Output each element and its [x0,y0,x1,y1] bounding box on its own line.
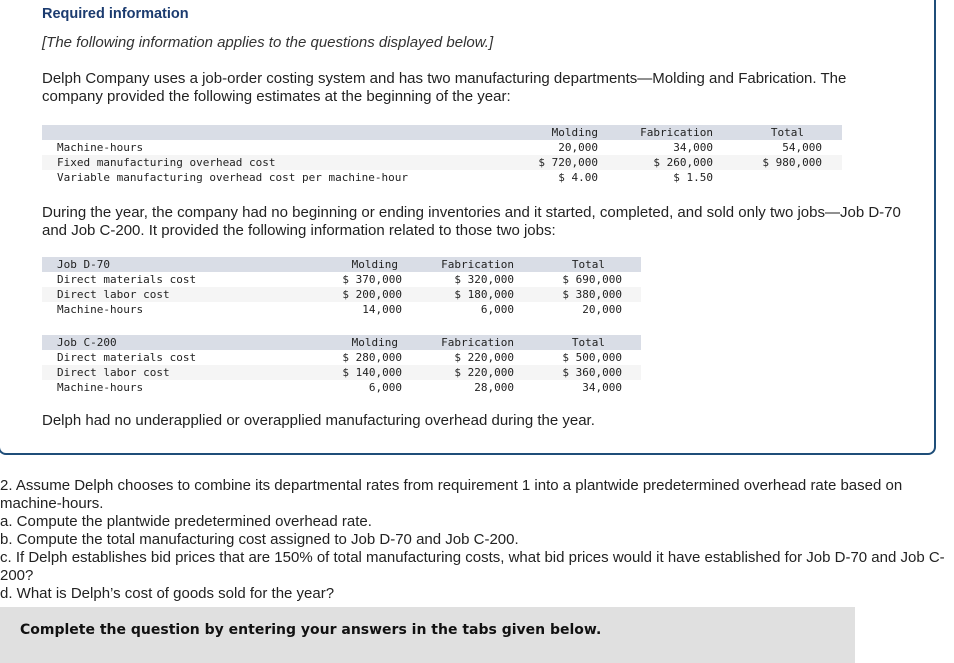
table-header-row: Job C-200 Molding Fabrication Total [42,335,641,350]
row-label: Machine-hours [57,303,144,316]
applies-note: [The following information applies to th… [42,34,494,51]
cell-fabrication: 34,000 [673,141,713,154]
column-header-label [42,125,515,140]
cell-total: 34,000 [582,381,622,394]
table-row: Direct materials cost $ 280,000 $ 220,00… [42,350,641,365]
column-header-molding: Molding [332,335,402,350]
cell-molding: 14,000 [362,303,402,316]
column-header-fabrication: Fabrication [598,125,713,140]
job-c200-table: Job C-200 Molding Fabrication Total Dire… [42,335,641,395]
row-label: Direct labor cost [42,365,332,380]
column-header-fabrication-text: Fabrication [640,126,713,139]
cell-molding: $ 4.00 [558,171,598,184]
column-header-total: Total [713,125,842,140]
cell-fabrication: $ 260,000 [598,155,713,170]
row-label: Fixed manufacturing overhead cost [42,155,515,170]
table-row: Direct labor cost $ 140,000 $ 220,000 $ … [42,365,641,380]
column-header-fabrication: Fabrication [402,335,514,350]
cell-fabrication: 6,000 [480,303,514,316]
cell-molding: $ 370,000 [342,273,402,286]
column-header-total: Total [514,335,641,350]
cell-fabrication: $ 1.50 [673,171,713,184]
cell-total: $ 690,000 [562,273,622,286]
table-row: Direct labor cost $ 200,000 $ 180,000 $ … [42,287,641,302]
cell-molding: 20,000 [558,141,598,154]
job-d70-table: Job D-70 Molding Fabrication Total Direc… [42,257,641,317]
cell-molding: $ 720,000 [515,155,598,170]
cell-total: $ 500,000 [562,351,622,364]
row-label: Direct materials cost [57,351,197,364]
intro-paragraph: Delph Company uses a job-order costing s… [42,70,847,105]
question-2: 2. Assume Delph chooses to combine its d… [0,477,903,512]
estimates-table: Molding Fabrication Total Machine-hours … [42,125,842,185]
row-label: Variable manufacturing overhead cost per… [57,171,408,184]
cell-fabrication: $ 220,000 [454,351,514,364]
row-label: Direct materials cost [57,273,197,286]
cell-total: 54,000 [782,141,822,154]
cell-fabrication: $ 220,000 [402,365,514,380]
closing-paragraph: Delph had no underapplied or overapplied… [42,412,595,429]
cell-total: $ 380,000 [514,287,641,302]
table-row: Fixed manufacturing overhead cost $ 720,… [42,155,842,170]
required-information-title: Required information [42,6,189,22]
cell-total: 20,000 [582,303,622,316]
job-title: Job D-70 [42,257,332,272]
question-2b: b. Compute the total manufacturing cost … [0,531,519,548]
cell-fabrication: 28,000 [474,381,514,394]
table-header-row: Job D-70 Molding Fabrication Total [42,257,641,272]
question-2d: d. What is Delph’s cost of goods sold fo… [0,585,335,602]
cell-total: $ 980,000 [713,155,842,170]
table-row: Machine-hours 14,000 6,000 20,000 [42,302,641,317]
column-header-molding: Molding [332,257,402,272]
cell-fabrication: $ 180,000 [402,287,514,302]
cell-fabrication: $ 320,000 [454,273,514,286]
cell-molding: $ 280,000 [342,351,402,364]
job-title: Job C-200 [42,335,332,350]
table-header-row: Molding Fabrication Total [42,125,842,140]
column-header-molding: Molding [515,125,598,140]
instruction-text: Complete the question by entering your a… [20,622,602,638]
cell-molding: $ 140,000 [332,365,402,380]
cell-total [713,170,842,185]
cell-molding: 6,000 [368,381,402,394]
instruction-banner: Complete the question by entering your a… [0,607,855,663]
table-row: Direct materials cost $ 370,000 $ 320,00… [42,272,641,287]
jobs-paragraph: During the year, the company had no begi… [42,204,901,239]
table-row: Variable manufacturing overhead cost per… [42,170,842,185]
question-2a: a. Compute the plantwide predetermined o… [0,513,372,530]
column-header-total: Total [514,257,641,272]
table-row: Machine-hours 20,000 34,000 54,000 [42,140,842,155]
row-label: Direct labor cost [42,287,332,302]
question-list: 2. Assume Delph chooses to combine its d… [0,477,950,603]
table-row: Machine-hours 6,000 28,000 34,000 [42,380,641,395]
cell-molding: $ 200,000 [332,287,402,302]
column-header-fabrication: Fabrication [402,257,514,272]
question-2c: c. If Delph establishes bid prices that … [0,549,945,584]
row-label: Machine-hours [57,141,144,154]
row-label: Machine-hours [57,381,144,394]
cell-total: $ 360,000 [514,365,641,380]
